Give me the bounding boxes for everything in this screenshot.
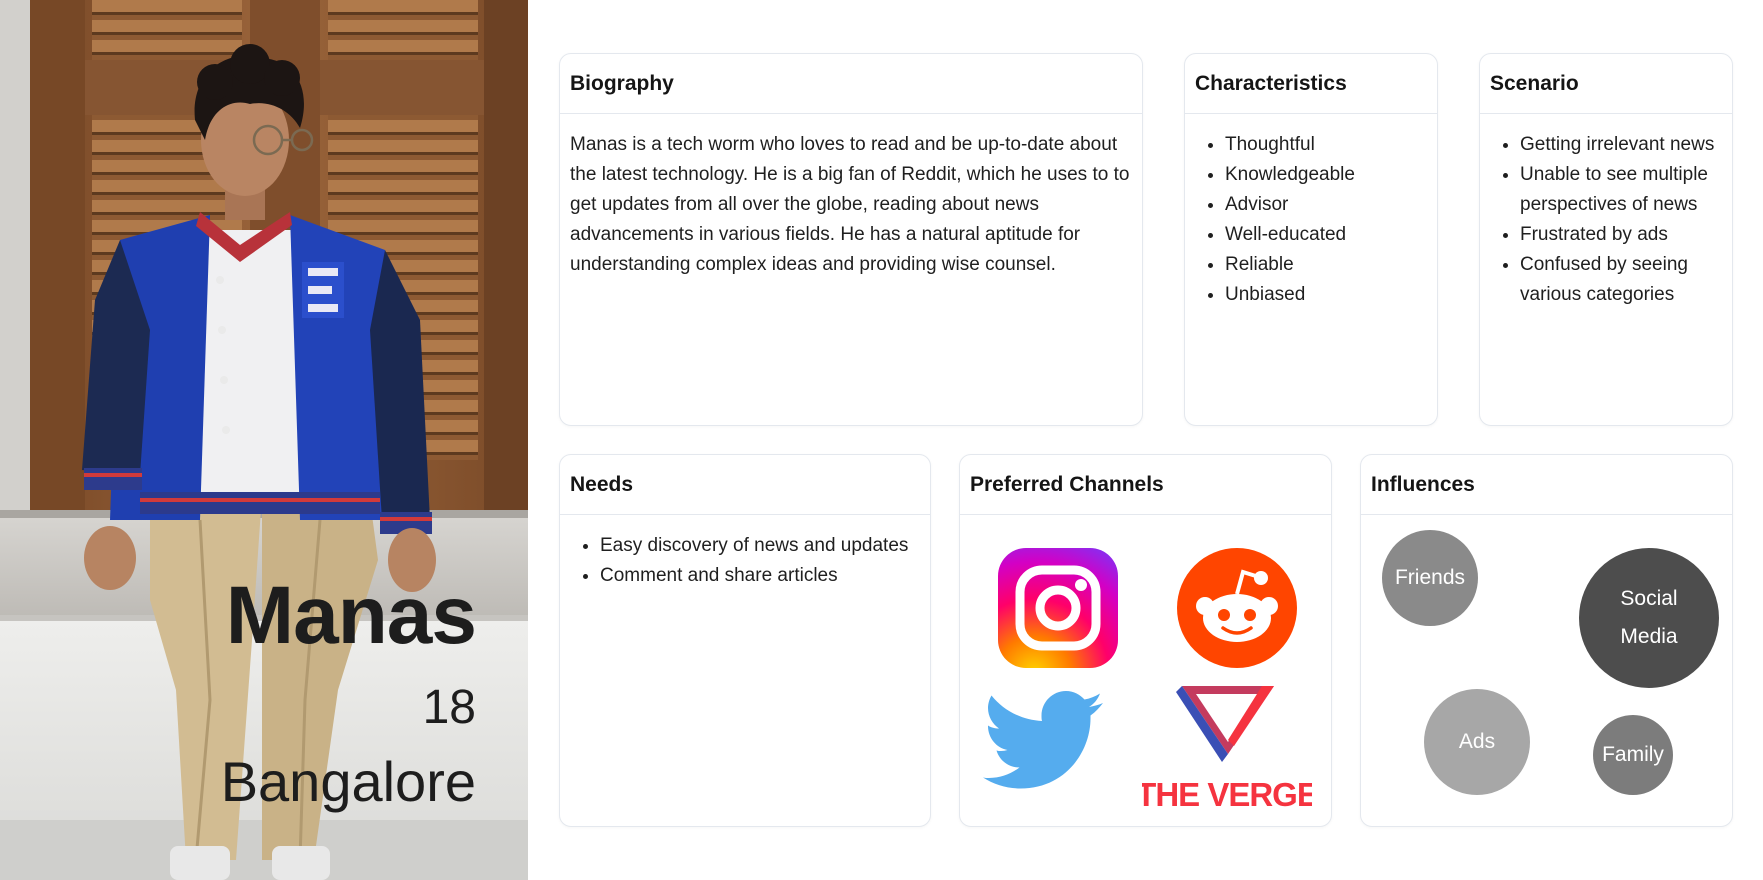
list-item: Easy discovery of news and updates [600,531,920,561]
list-item: Knowledgeable [1225,160,1427,190]
list-item: Confused by seeing various categories [1520,250,1722,310]
influence-label: Family [1602,743,1664,766]
list-item: Comment and share articles [600,561,920,591]
list-item: Getting irrelevant news [1520,130,1722,160]
biography-card: Biography Manas is a tech worm who loves… [559,53,1143,426]
preferred-channels-title: Preferred Channels [960,455,1331,515]
influence-bubble-social-media: Social Media [1579,548,1719,688]
list-item: Well-educated [1225,220,1427,250]
influence-label: Social Media [1620,587,1678,648]
characteristics-card: Characteristics Thoughtful Knowledgeable… [1184,53,1438,426]
scenario-title: Scenario [1480,54,1732,114]
characteristics-list: Thoughtful Knowledgeable Advisor Well-ed… [1195,130,1427,310]
scenario-card: Scenario Getting irrelevant news Unable … [1479,53,1733,426]
influence-label: Ads [1458,730,1496,753]
influence-bubble-ads: Ads [1424,689,1530,795]
persona-name: Manas [225,570,477,661]
preferred-channels-card: Preferred Channels THE VERGE [959,454,1332,827]
needs-title: Needs [560,455,930,515]
persona-age: 18 [422,681,476,734]
list-item: Reliable [1225,250,1427,280]
characteristics-title: Characteristics [1185,54,1437,114]
persona-city: Bangalore [220,750,476,813]
influence-bubble-family: Family [1593,715,1673,795]
reddit-icon [1177,548,1297,673]
list-item: Thoughtful [1225,130,1427,160]
influences-card: Influences Friends Social Media Ads Fami… [1360,454,1733,827]
list-item: Unable to see multiple perspectives of n… [1520,160,1722,220]
influences-title: Influences [1361,455,1732,515]
needs-list: Easy discovery of news and updates Comme… [570,531,920,591]
needs-card: Needs Easy discovery of news and updates… [559,454,931,827]
biography-text: Manas is a tech worm who loves to read a… [570,134,1130,275]
biography-title: Biography [560,54,1142,114]
list-item: Advisor [1225,190,1427,220]
influence-label: Friends [1394,566,1466,589]
persona-photo: Manas 18 Bangalore [0,0,528,880]
list-item: Frustrated by ads [1520,220,1722,250]
verge-wordmark: THE VERGE [1142,776,1312,813]
instagram-icon [998,548,1118,673]
twitter-icon [982,691,1104,796]
persona-photo-illustration [0,0,528,880]
scenario-list: Getting irrelevant news Unable to see mu… [1490,130,1722,310]
the-verge-logo: THE VERGE [1136,684,1319,819]
list-item: Unbiased [1225,280,1427,310]
influence-bubble-friends: Friends [1382,530,1478,626]
